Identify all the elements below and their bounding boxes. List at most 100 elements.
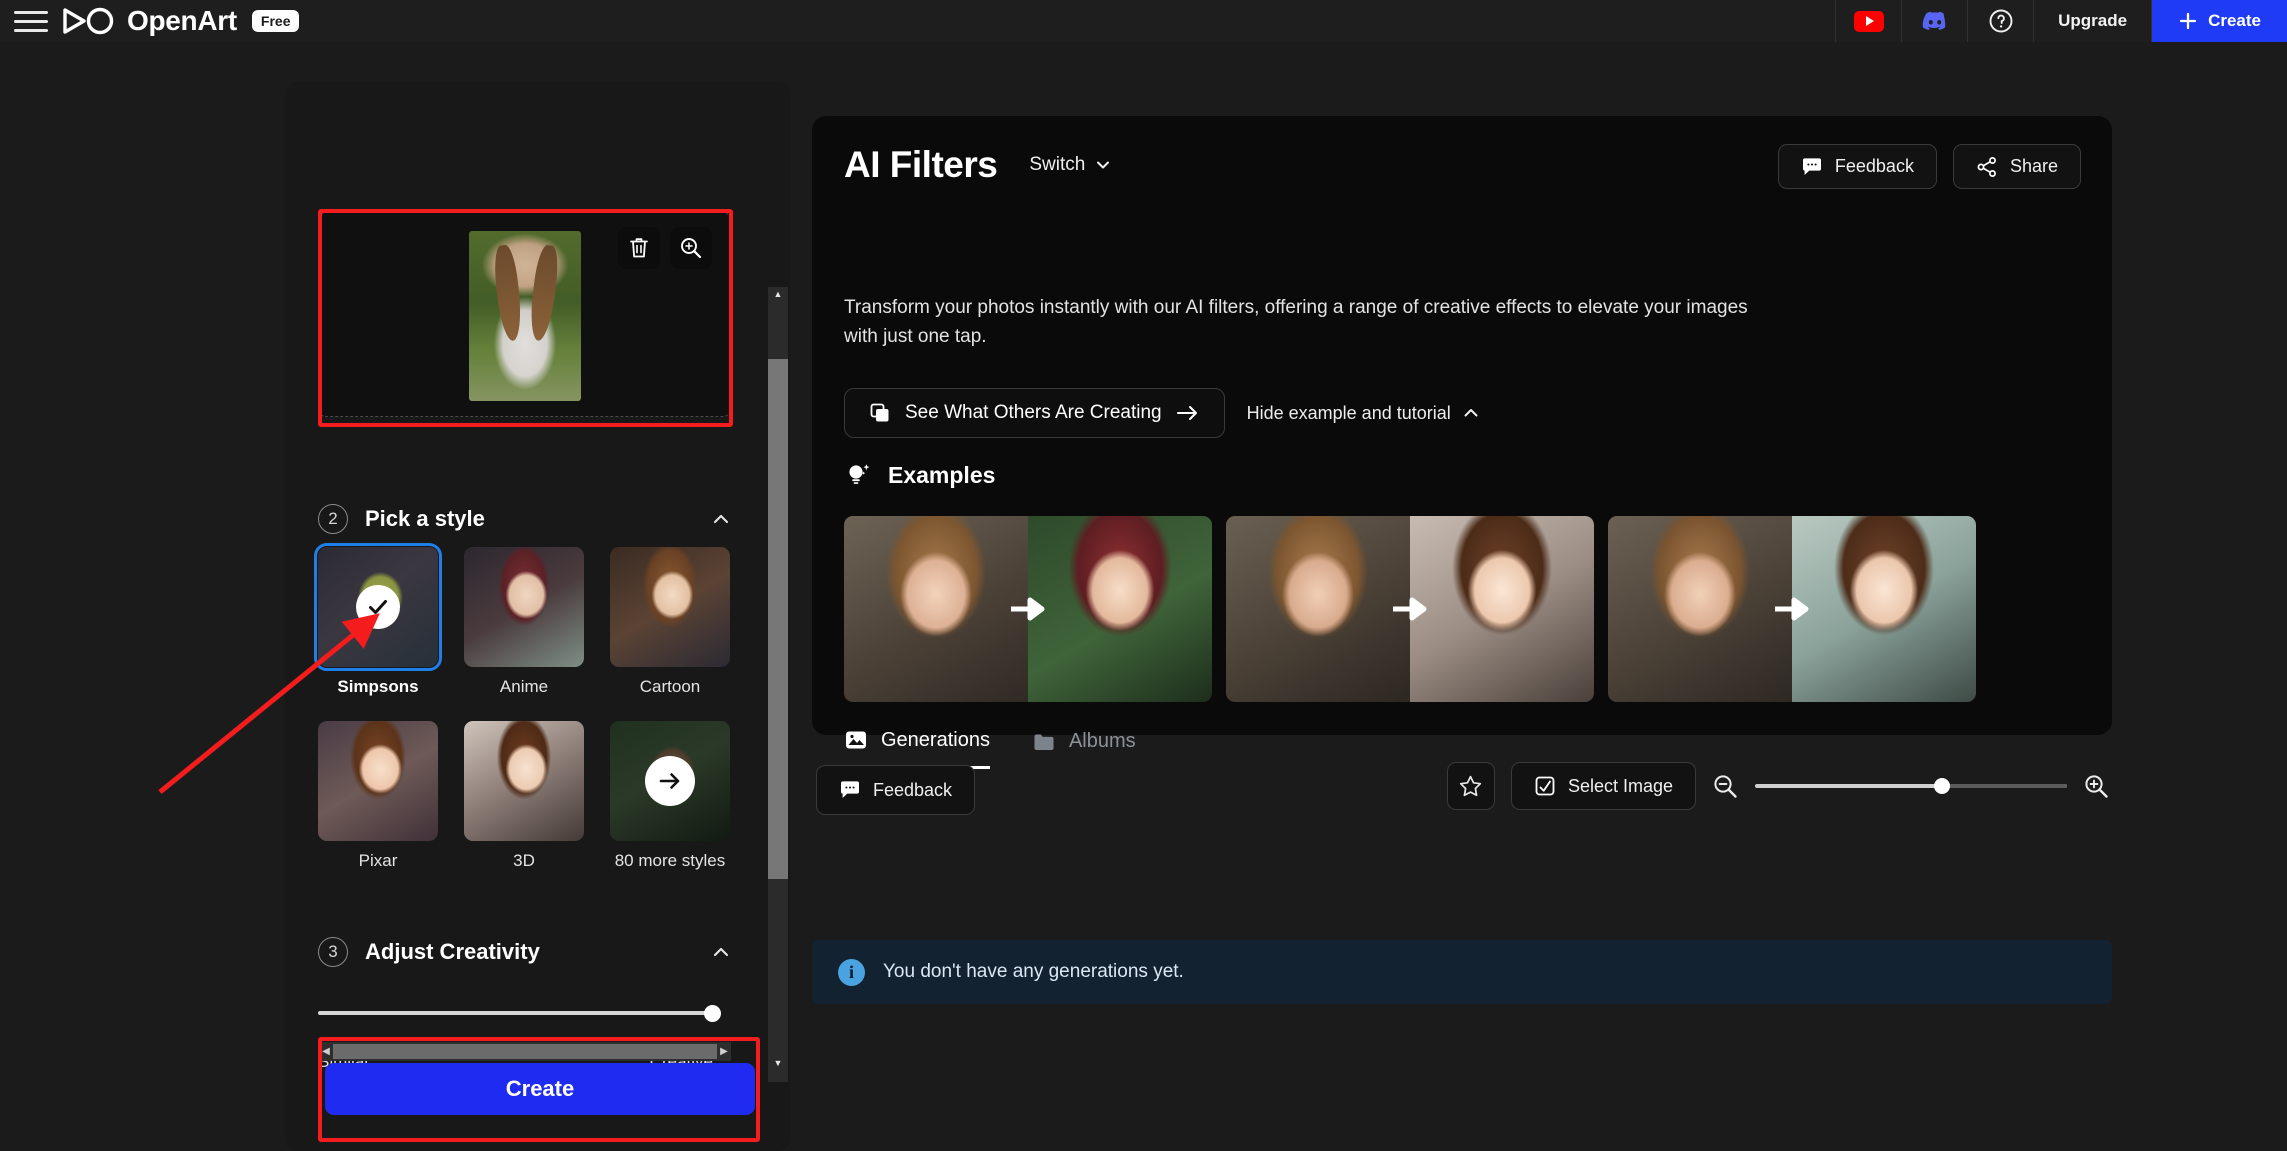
style-option-3d[interactable]: 3D [464, 721, 584, 871]
tab-generations[interactable]: Generations [844, 728, 990, 769]
panel-header-actions: Feedback Share [1777, 144, 2081, 189]
style-label: Cartoon [639, 677, 701, 696]
youtube-button[interactable] [1835, 0, 1902, 42]
examples-title: Examples [888, 461, 996, 488]
create-top-button[interactable]: Create [2152, 0, 2287, 42]
chevron-up-icon[interactable] [711, 509, 731, 529]
create-top-label: Create [2208, 11, 2261, 30]
example-pair[interactable] [844, 516, 1212, 702]
content-tabs: Generations Albums [844, 728, 1136, 769]
help-button[interactable] [1967, 0, 2034, 42]
delete-image-button[interactable] [618, 227, 660, 269]
question-circle-icon [1989, 9, 2013, 33]
top-navigation-bar: OpenArt Free Upgrade Create [0, 0, 2287, 42]
style-label: Pixar [358, 851, 398, 870]
feedback-button-footer[interactable]: Feedback [816, 765, 976, 815]
transform-arrow-icon [1772, 596, 1812, 622]
see-what-others-are-creating-button[interactable]: See What Others Are Creating [844, 388, 1225, 438]
style-option-anime[interactable]: Anime [464, 547, 584, 697]
youtube-icon [1853, 10, 1884, 32]
panel-description: Transform your photos instantly with our… [844, 297, 1748, 347]
sidebar-vertical-scrollbar[interactable]: ▲ ▼ [768, 287, 788, 1082]
hscroll-right-arrow[interactable]: ▶ [717, 1046, 731, 1057]
style-thumbnail [464, 721, 584, 841]
hamburger-line [14, 10, 48, 14]
page-body: 2 Pick a style Simpsons Anime Cartoon Pi… [0, 42, 2287, 1151]
gallery-toolbar: Select Image [1446, 762, 2110, 810]
zoom-slider-track[interactable] [1755, 778, 2067, 794]
more-styles-arrow-badge[interactable] [645, 756, 695, 806]
examples-gallery [844, 516, 1976, 702]
feedback-label: Feedback [1834, 156, 1914, 176]
example-after-image [1410, 516, 1594, 702]
image-icon [846, 731, 866, 749]
zoom-image-button[interactable] [670, 227, 712, 269]
tab-albums[interactable]: Albums [1032, 728, 1136, 769]
lightbulb-sparkle-icon [849, 464, 870, 484]
brand-logo[interactable]: OpenArt Free [62, 5, 300, 37]
style-option-cartoon[interactable]: Cartoon [610, 547, 730, 697]
scroll-down-arrow[interactable]: ▼ [768, 1058, 788, 1080]
upgrade-button[interactable]: Upgrade [2033, 0, 2153, 42]
plan-badge: Free [251, 10, 300, 32]
example-pair[interactable] [1226, 516, 1594, 702]
ai-filters-panel: AI Filters Switch Feedback Share Transfo… [812, 116, 2112, 769]
scroll-up-arrow[interactable]: ▲ [768, 289, 788, 311]
chevron-down-icon [1097, 161, 1110, 169]
example-pair[interactable] [1608, 516, 1976, 702]
uploaded-photo-thumbnail[interactable] [469, 231, 581, 401]
feedback-button-header[interactable]: Feedback [1777, 144, 1937, 189]
magnifier-plus-icon[interactable] [2083, 773, 2110, 800]
arrow-right-icon [1176, 406, 1197, 420]
transform-arrow-icon [1390, 596, 1430, 622]
openart-infinity-icon [63, 7, 114, 35]
share-button[interactable]: Share [1952, 144, 2081, 189]
hscroll-thumb[interactable] [333, 1044, 717, 1059]
magnifier-minus-icon[interactable] [1712, 773, 1739, 800]
discord-button[interactable] [1901, 0, 1968, 42]
share-nodes-icon [1977, 156, 1996, 177]
example-before-image [844, 516, 1028, 702]
annotation-arrow [158, 613, 380, 794]
adjust-creativity-header[interactable]: 3 Adjust Creativity [318, 935, 731, 969]
scrollbar-thumb[interactable] [768, 359, 788, 879]
empty-state-banner: i You don't have any generations yet. [812, 940, 2112, 1004]
photo-detail [492, 244, 524, 342]
trash-icon [630, 238, 648, 258]
tab-label: Albums [1068, 730, 1136, 752]
hide-example-and-tutorial-toggle[interactable]: Hide example and tutorial [1247, 403, 1480, 424]
panel-title-row: AI Filters Switch [844, 144, 1112, 186]
hscroll-left-arrow[interactable]: ◀ [319, 1046, 333, 1057]
hide-tutorial-label: Hide example and tutorial [1246, 402, 1451, 423]
select-image-label: Select Image [1567, 775, 1673, 796]
create-button[interactable]: Create [325, 1063, 755, 1115]
empty-state-message: You don't have any generations yet. [883, 961, 1184, 982]
example-before-image [1608, 516, 1792, 702]
examples-header: Examples [844, 461, 995, 489]
page-title: AI Filters [844, 144, 998, 185]
style-label: Anime [499, 677, 549, 696]
copy-stack-icon [870, 403, 889, 422]
example-before-image [1226, 516, 1410, 702]
select-image-button[interactable]: Select Image [1510, 762, 1696, 810]
image-upload-dropzone[interactable] [318, 212, 731, 417]
zoom-slider-handle[interactable] [1934, 778, 1951, 794]
chevron-up-icon[interactable] [711, 942, 731, 962]
creativity-slider-handle[interactable] [704, 1004, 721, 1022]
hamburger-line [14, 19, 48, 23]
creativity-slider-track[interactable] [318, 1004, 721, 1022]
folder-icon [1034, 734, 1054, 750]
brand-name: OpenArt [127, 5, 237, 36]
hamburger-menu-icon[interactable] [14, 8, 48, 34]
style-option-more[interactable]: 80 more styles [610, 721, 730, 871]
switch-dropdown[interactable]: Switch [1029, 154, 1112, 176]
hamburger-line [14, 28, 48, 32]
top-right-actions: Upgrade Create [1835, 0, 2287, 42]
discord-icon [1922, 11, 1945, 31]
feedback-button-footer-wrap: Feedback [816, 765, 976, 815]
sidebar-horizontal-scrollbar[interactable]: ◀ ▶ [319, 1042, 731, 1061]
info-circle-icon: i [838, 958, 865, 986]
tutorial-row: See What Others Are Creating Hide exampl… [844, 388, 1480, 438]
favorite-button[interactable] [1446, 762, 1495, 810]
star-icon [1460, 775, 1482, 796]
